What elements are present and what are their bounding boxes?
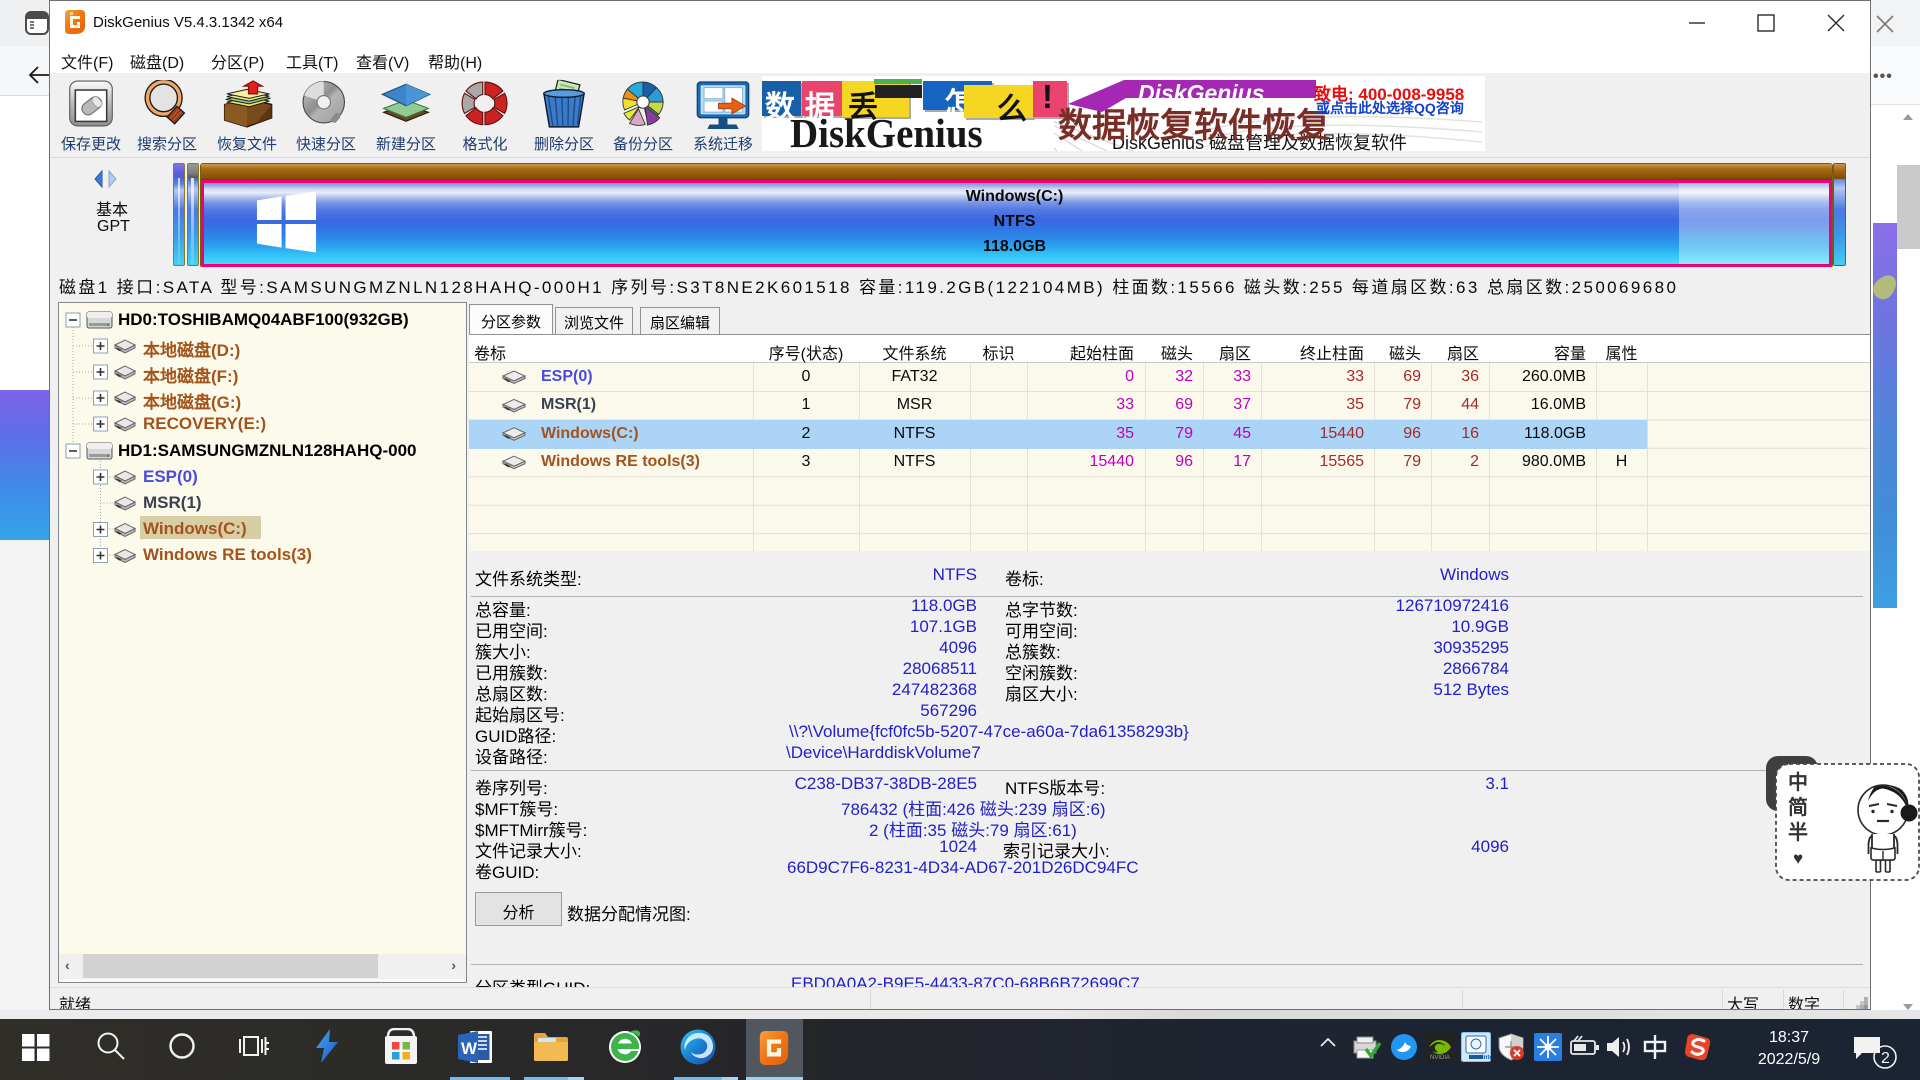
svg-text:W: W (461, 1039, 478, 1058)
svg-text:NVIDIA: NVIDIA (1430, 1055, 1450, 1061)
svg-text:DiskGenius: DiskGenius (1138, 80, 1265, 106)
svg-text:intel: intel (1482, 1055, 1491, 1061)
svg-text:2: 2 (1881, 1050, 1890, 1067)
